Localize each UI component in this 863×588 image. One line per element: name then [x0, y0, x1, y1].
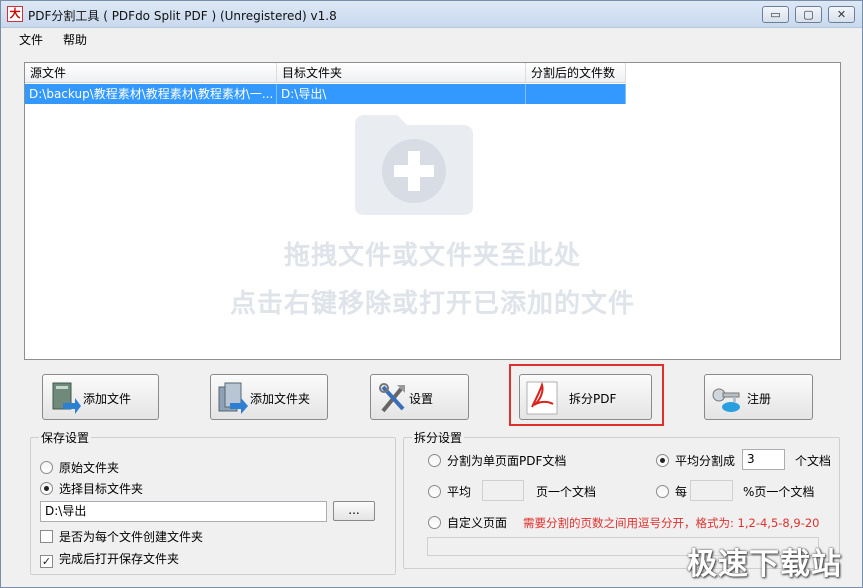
drop-hint-secondary: 点击右键移除或打开已添加的文件 [229, 289, 635, 319]
register-label: 注册 [747, 392, 772, 406]
radio-original-folder[interactable]: 原始文件夹 [40, 459, 119, 476]
pages-per-doc-suffix: 页一个文档 [536, 485, 597, 499]
radio-average-split[interactable]: 平均分割成 [656, 452, 735, 469]
add-folder-button[interactable]: 添加文件夹 [210, 374, 328, 420]
add-file-label: 添加文件 [83, 392, 132, 406]
pages-per-doc-input[interactable] [482, 480, 524, 501]
radio-pages-per-doc[interactable]: 平均 [428, 483, 471, 500]
average-unit-label: 个文档 [795, 454, 832, 468]
column-header-source[interactable]: 源文件 [25, 63, 277, 83]
split-pdf-button[interactable]: 拆分PDF [519, 374, 652, 420]
radio-original-folder-indicator [40, 461, 53, 474]
radio-custom-pages-label: 自定义页面 [447, 516, 508, 530]
average-count-input[interactable]: 3 [742, 449, 785, 470]
radio-target-folder[interactable]: 选择目标文件夹 [40, 480, 143, 497]
open-after-label: 完成后打开保存文件夹 [59, 552, 180, 566]
title-bar[interactable]: 大 PDF分割工具 ( PDFdo Split PDF ) (Unregiste… [1, 1, 862, 28]
menu-help[interactable]: 帮助 [61, 31, 89, 48]
radio-single-page-indicator [428, 454, 441, 467]
add-folder-label: 添加文件夹 [250, 392, 311, 406]
custom-pages-hint: 需要分割的页数之间用逗号分开，格式为: 1,2-4,5-8,9-20 [523, 516, 820, 530]
radio-target-folder-indicator [40, 482, 53, 495]
radio-single-page-label: 分割为单页面PDF文档 [447, 454, 567, 468]
minimize-button[interactable]: ▭ [762, 6, 789, 23]
menu-bar: 文件 帮助 [1, 29, 862, 49]
watermark-logo: 极速下载站 [687, 547, 842, 582]
menu-file[interactable]: 文件 [17, 31, 45, 48]
target-path-input[interactable]: D:\导出 [40, 501, 327, 522]
radio-percent-per-doc[interactable]: 每 [656, 483, 687, 500]
register-button[interactable]: 注册 [704, 374, 813, 420]
radio-average-split-indicator [656, 454, 669, 467]
radio-average-split-label: 平均分割成 [675, 454, 736, 468]
pdf-icon [526, 381, 558, 415]
close-button[interactable]: ✕ [828, 6, 855, 23]
settings-label: 设置 [409, 392, 434, 406]
radio-percent-per-doc-indicator [656, 485, 669, 498]
list-row[interactable]: D:\backup\教程素材\教程素材\教程素材\一... D:\导出\ [25, 84, 626, 104]
file-list[interactable]: 源文件 目标文件夹 分割后的文件数 D:\backup\教程素材\教程素材\教程… [24, 62, 841, 360]
window-title: PDF分割工具 ( PDFdo Split PDF ) (Unregistere… [28, 9, 337, 23]
app-window: 大 PDF分割工具 ( PDFdo Split PDF ) (Unregiste… [0, 0, 863, 588]
save-settings-title: 保存设置 [39, 429, 92, 446]
list-header: 源文件 目标文件夹 分割后的文件数 [25, 63, 626, 83]
add-folder-drop-icon [355, 115, 473, 215]
radio-original-folder-label: 原始文件夹 [59, 461, 120, 475]
open-after-checkbox[interactable]: ✓ 完成后打开保存文件夹 [40, 550, 179, 568]
cell-source: D:\backup\教程素材\教程素材\教程素材\一... [25, 84, 277, 104]
column-header-count[interactable]: 分割后的文件数 [526, 63, 626, 83]
radio-pages-per-doc-indicator [428, 485, 441, 498]
add-file-icon [52, 382, 81, 414]
browse-button[interactable]: ... [333, 501, 375, 521]
radio-single-page[interactable]: 分割为单页面PDF文档 [428, 452, 566, 469]
radio-custom-pages[interactable]: 自定义页面 [428, 514, 507, 531]
percent-per-doc-suffix: %页一个文档 [743, 485, 815, 499]
drop-hint-primary: 拖拽文件或文件夹至此处 [283, 241, 581, 271]
create-folder-checkbox[interactable]: 是否为每个文件创建文件夹 [40, 528, 203, 545]
split-settings-title: 拆分设置 [412, 429, 465, 446]
column-header-target[interactable]: 目标文件夹 [277, 63, 526, 83]
split-pdf-label: 拆分PDF [569, 392, 617, 406]
radio-pages-per-doc-label: 平均 [447, 485, 472, 499]
percent-per-doc-input[interactable] [690, 480, 733, 501]
radio-percent-per-doc-label: 每 [675, 485, 688, 499]
cell-target: D:\导出\ [277, 84, 526, 104]
radio-custom-pages-indicator [428, 516, 441, 529]
create-folder-label: 是否为每个文件创建文件夹 [59, 530, 204, 544]
add-folder-icon [218, 382, 248, 414]
key-icon [712, 388, 740, 412]
add-file-button[interactable]: 添加文件 [42, 374, 159, 420]
radio-target-folder-label: 选择目标文件夹 [59, 482, 144, 496]
settings-button[interactable]: 设置 [370, 374, 469, 420]
create-folder-checkbox-box [40, 530, 53, 543]
maximize-button[interactable]: ▢ [795, 6, 822, 23]
open-after-checkbox-box: ✓ [40, 555, 53, 568]
tools-icon [379, 383, 405, 413]
cell-count [526, 84, 626, 104]
pdf-app-icon: 大 [7, 6, 23, 22]
